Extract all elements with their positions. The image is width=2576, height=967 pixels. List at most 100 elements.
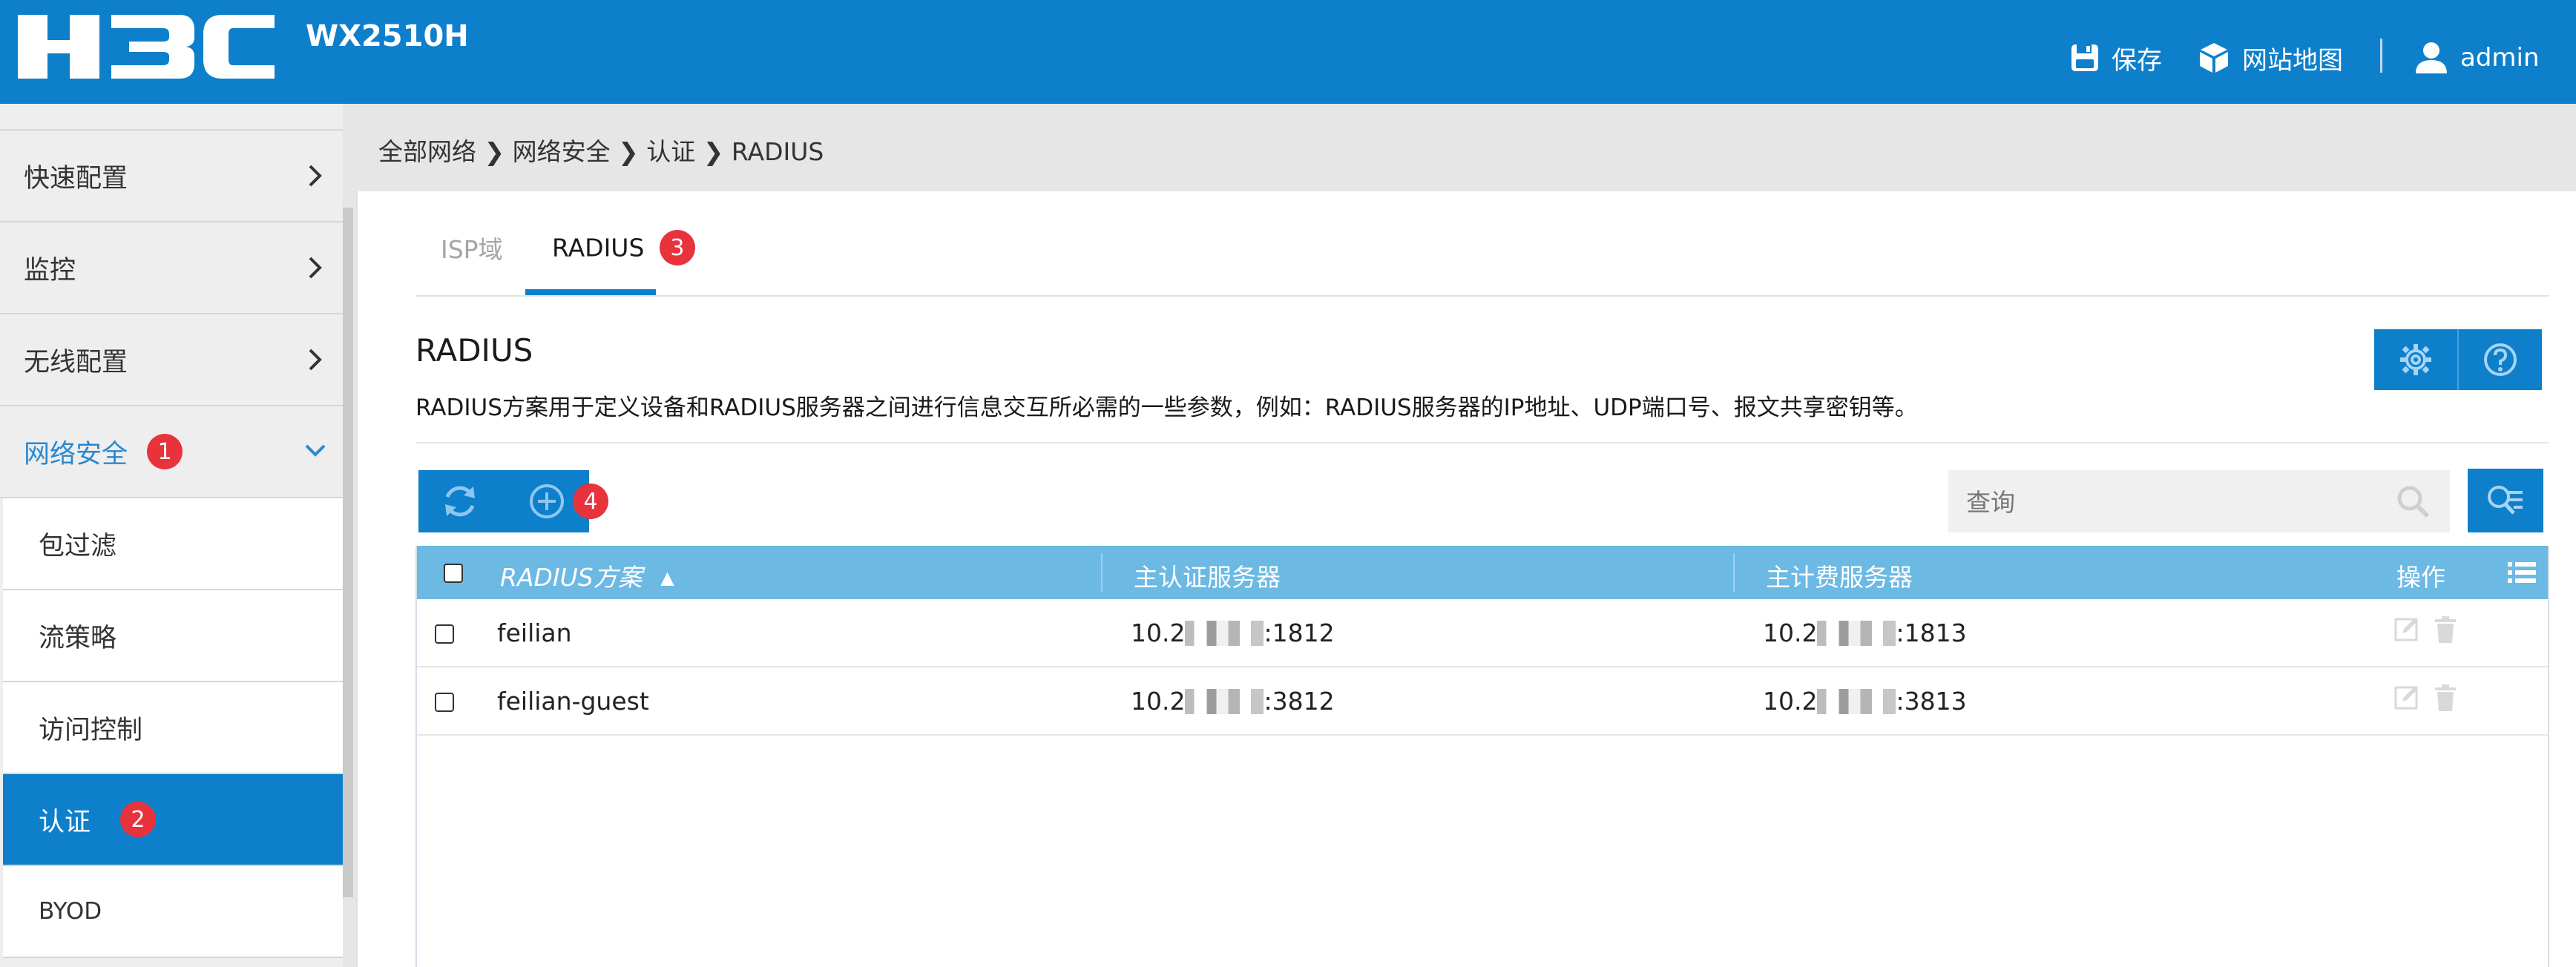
- tab-isp-domain[interactable]: ISP域: [441, 230, 503, 265]
- sidebar-item-label: 监控: [24, 255, 76, 286]
- breadcrumb-separator-icon: ❯: [695, 137, 732, 166]
- ip-prefix: 10.2: [1763, 687, 1818, 716]
- delete-icon[interactable]: [2434, 684, 2457, 712]
- breadcrumb-item[interactable]: 网络安全: [513, 137, 611, 166]
- redacted-ip: [1817, 689, 1896, 714]
- breadcrumb-bar: 全部网络 ❯ 网络安全 ❯ 认证 ❯ RADIUS: [356, 104, 2576, 191]
- sidebar: 快速配置 监控 无线配置 网络安全 1 包过滤 流策略 访问控制 认证 2 BY…: [0, 104, 343, 967]
- help-button[interactable]: [2459, 329, 2542, 390]
- cell-scheme-name[interactable]: feilian-guest: [497, 687, 649, 716]
- ip-prefix: 10.2: [1131, 618, 1186, 647]
- add-circle-icon: [530, 484, 564, 518]
- breadcrumb-item-current: RADIUS: [731, 137, 824, 166]
- step-badge: 1: [147, 434, 183, 469]
- select-all-checkbox[interactable]: [444, 564, 463, 583]
- sidebar-item-wireless-config[interactable]: 无线配置: [0, 314, 343, 406]
- sidebar-subitem-label: 包过滤: [39, 531, 117, 561]
- sitemap-button[interactable]: 网站地图: [2198, 37, 2343, 79]
- sidebar-subitem-label: 访问控制: [39, 715, 143, 745]
- column-separator: [1733, 553, 1735, 592]
- sidebar-subitem-packet-filter[interactable]: 包过滤: [3, 498, 343, 590]
- save-label: 保存: [2112, 45, 2162, 76]
- user-icon: [2416, 42, 2447, 73]
- edit-icon[interactable]: [2393, 615, 2420, 642]
- column-header-scheme[interactable]: RADIUS方案 ▲: [500, 558, 674, 593]
- device-model: WX2510H: [306, 19, 469, 53]
- sidebar-item-monitor[interactable]: 监控: [0, 222, 343, 314]
- cube-icon: [2200, 43, 2228, 73]
- step-badge: 2: [120, 802, 157, 837]
- step-badge: 3: [659, 230, 695, 265]
- row-checkbox[interactable]: [435, 624, 454, 644]
- tabs-divider: [415, 295, 2549, 297]
- step-badge: 4: [573, 484, 608, 519]
- tab-label: RADIUS: [552, 233, 645, 263]
- chevron-right-icon: [309, 165, 322, 187]
- redacted-ip: [1817, 621, 1896, 646]
- breadcrumb-separator-icon: ❯: [610, 137, 647, 166]
- delete-icon[interactable]: [2434, 615, 2457, 644]
- column-header-label: RADIUS方案: [500, 563, 643, 592]
- cell-scheme-name[interactable]: feilian: [497, 618, 572, 647]
- save-button[interactable]: 保存: [2070, 37, 2162, 79]
- sidebar-subitem-authentication[interactable]: 认证 2: [3, 774, 343, 866]
- breadcrumb-item[interactable]: 认证: [646, 137, 695, 166]
- sidebar-item-network-security[interactable]: 网络安全 1: [0, 406, 343, 498]
- save-icon: [2071, 44, 2098, 71]
- search-icon[interactable]: [2395, 484, 2431, 519]
- column-settings-icon[interactable]: [2508, 561, 2536, 584]
- table-row[interactable]: feilian 10.2:1812 10.2:1813: [417, 599, 2548, 667]
- port-suffix: :1813: [1896, 618, 1967, 647]
- column-header-acct-server[interactable]: 主计费服务器: [1766, 558, 1913, 593]
- sidebar-subitem-label: 流策略: [39, 623, 117, 653]
- column-separator: [1101, 553, 1103, 592]
- settings-button[interactable]: [2374, 329, 2457, 390]
- advanced-search-button[interactable]: [2468, 469, 2543, 532]
- help-icon: [2484, 343, 2517, 376]
- table-header: RADIUS方案 ▲ 主认证服务器 主计费服务器 操作: [417, 546, 2548, 599]
- sidebar-scrollbar[interactable]: [343, 208, 353, 897]
- redacted-ip: [1185, 689, 1264, 714]
- sitemap-label: 网站地图: [2242, 45, 2343, 76]
- user-label: admin: [2460, 43, 2540, 73]
- ip-prefix: 10.2: [1131, 687, 1186, 716]
- sidebar-subitem-access-control[interactable]: 访问控制: [3, 682, 343, 774]
- row-checkbox[interactable]: [435, 693, 454, 712]
- page-description: RADIUS方案用于定义设备和RADIUS服务器之间进行信息交互所必需的一些参数…: [415, 395, 1918, 421]
- tab-radius[interactable]: RADIUS 3: [552, 230, 695, 265]
- breadcrumb-item[interactable]: 全部网络: [378, 137, 476, 166]
- cell-auth-server: 10.2 :3812: [1131, 687, 1335, 716]
- column-header-auth-server[interactable]: 主认证服务器: [1134, 558, 1281, 593]
- advanced-search-icon: [2488, 486, 2523, 515]
- port-suffix: :3812: [1264, 687, 1335, 716]
- refresh-button[interactable]: [418, 470, 502, 532]
- description-divider: [415, 442, 2549, 443]
- port-suffix: :3813: [1896, 687, 1967, 716]
- top-header: WX2510H 保存 网站地图 admin: [0, 0, 2576, 104]
- refresh-icon: [445, 486, 475, 517]
- user-menu[interactable]: admin: [2414, 37, 2540, 79]
- sort-asc-icon: ▲: [660, 567, 674, 588]
- sidebar-subitem-traffic-policy[interactable]: 流策略: [3, 590, 343, 682]
- search-input[interactable]: [1965, 470, 2383, 534]
- sidebar-item-quick-config[interactable]: 快速配置: [0, 131, 343, 222]
- main-left-border: [356, 191, 358, 967]
- sidebar-subitem-byod[interactable]: BYOD: [3, 866, 343, 958]
- cell-acct-server: 10.2 :1813: [1763, 618, 1967, 647]
- gear-icon: [2400, 344, 2431, 375]
- table-row[interactable]: feilian-guest 10.2 :3812 10.2 :3813: [417, 667, 2548, 736]
- h3c-logo: [18, 15, 275, 79]
- search-box: [1948, 470, 2450, 534]
- chevron-right-icon: [309, 349, 322, 371]
- sidebar-subitem-label: 认证: [39, 807, 91, 837]
- ip-prefix: 10.2: [1763, 618, 1818, 647]
- cell-acct-server: 10.2 :3813: [1763, 687, 1967, 716]
- breadcrumb-separator-icon: ❯: [476, 137, 513, 166]
- breadcrumb: 全部网络 ❯ 网络安全 ❯ 认证 ❯ RADIUS: [378, 132, 824, 168]
- sidebar-item-label: 无线配置: [24, 347, 128, 377]
- edit-icon[interactable]: [2393, 684, 2420, 710]
- page-title: RADIUS: [415, 332, 533, 369]
- sidebar-item-label: 网络安全: [24, 439, 128, 469]
- sidebar-subitem-label: BYOD: [39, 898, 102, 925]
- chevron-down-icon: [305, 444, 326, 457]
